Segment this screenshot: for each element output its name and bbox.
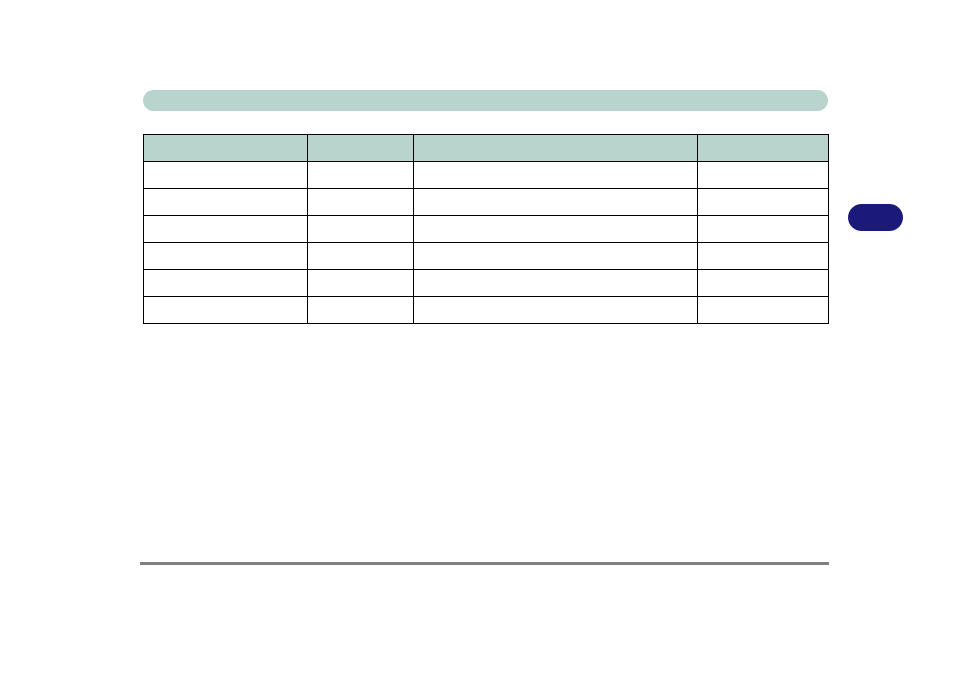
table-cell <box>144 243 308 270</box>
section-header-bar <box>143 90 828 111</box>
table-cell <box>308 162 414 189</box>
table-cell <box>698 297 829 324</box>
table-cell <box>698 216 829 243</box>
table-row <box>144 243 829 270</box>
table-cell <box>144 162 308 189</box>
table-cell <box>698 189 829 216</box>
table-header-cell <box>308 135 414 162</box>
table-row <box>144 189 829 216</box>
table-cell <box>144 270 308 297</box>
table-header-cell <box>698 135 829 162</box>
data-table <box>143 134 829 324</box>
table-cell <box>414 162 698 189</box>
table-cell <box>308 297 414 324</box>
table-cell <box>414 216 698 243</box>
table-cell <box>698 243 829 270</box>
table-cell <box>308 216 414 243</box>
table-cell <box>414 297 698 324</box>
table-header-cell <box>144 135 308 162</box>
table-cell <box>698 270 829 297</box>
table-cell <box>144 216 308 243</box>
document-page <box>0 0 954 673</box>
table-cell <box>144 297 308 324</box>
table-row <box>144 162 829 189</box>
table-row <box>144 270 829 297</box>
table-row <box>144 297 829 324</box>
table-cell <box>698 162 829 189</box>
table-cell <box>414 243 698 270</box>
table-header-cell <box>414 135 698 162</box>
table-cell <box>308 189 414 216</box>
table-cell <box>308 270 414 297</box>
table-cell <box>414 270 698 297</box>
table-cell <box>308 243 414 270</box>
table-header-row <box>144 135 829 162</box>
table-cell <box>144 189 308 216</box>
table-cell <box>414 189 698 216</box>
table-row <box>144 216 829 243</box>
footer-divider <box>140 562 829 565</box>
page-side-tab[interactable] <box>848 204 903 231</box>
